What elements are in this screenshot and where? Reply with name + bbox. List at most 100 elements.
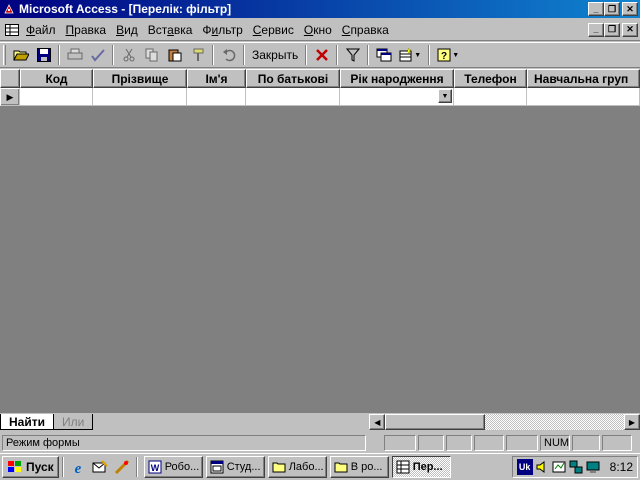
network-icon[interactable] [568,459,584,475]
column-header-birth-year[interactable]: Рік народження [340,69,454,88]
scroll-left-button[interactable]: ◀ [369,414,386,430]
criteria-name-cell[interactable] [187,88,246,106]
window-title: Microsoft Access - [Перелік: фільтр] [19,2,232,16]
task-word-document[interactable]: W Робо... [143,456,203,478]
menu-edit[interactable]: Правка [61,23,112,37]
access-key-icon[interactable] [2,2,16,16]
folder-icon [334,462,348,473]
spelling-icon[interactable] [86,44,109,66]
paste-icon[interactable] [163,44,186,66]
status-panel [474,435,504,451]
open-folder-icon[interactable] [9,44,32,66]
chevron-down-icon: ▼ [441,92,449,100]
datasheet-doc-icon[interactable] [3,22,21,38]
menu-window-accel: О [303,22,314,37]
task-scheduler-icon[interactable] [551,459,567,475]
current-row-arrow-icon: ▶ [6,91,14,102]
menu-service[interactable]: Сервис [248,23,299,37]
new-object-dropdown[interactable]: ▼ [395,44,425,66]
task-filter-window[interactable]: Пер... [391,456,451,478]
format-painter-icon[interactable] [186,44,209,66]
column-header-patronymic[interactable]: По батькові [246,69,340,88]
word-doc-icon: W [148,460,162,474]
datasheet-icon [396,460,410,474]
task-students-window[interactable]: Студ... [205,456,265,478]
restore-button[interactable]: ❐ [604,2,620,16]
grid-header-row: Код Прізвище Ім'я По батькові Рік народж… [0,69,640,88]
outlook-express-icon[interactable] [89,456,111,478]
scroll-track[interactable] [385,414,624,430]
print-icon[interactable] [63,44,86,66]
help-icon: ? [437,48,451,62]
column-header-study-group[interactable]: Навчальна груп [527,69,640,88]
menu-insert-accel: а [167,22,174,37]
display-settings-icon[interactable] [585,459,601,475]
column-header-phone[interactable]: Телефон [454,69,527,88]
internet-explorer-icon[interactable]: e [67,456,89,478]
menu-filter[interactable]: Фильтр [197,23,247,37]
row-selector[interactable]: ▶ [0,88,20,106]
criteria-surname-cell[interactable] [93,88,187,106]
copy-icon[interactable] [140,44,163,66]
criteria-study-group-cell[interactable] [527,88,640,106]
menu-view[interactable]: Вид [111,23,143,37]
filter-toolbar: Закрыть ▼ ? ▼ [0,42,640,68]
menu-edit-label: равка [74,22,107,37]
column-header-name[interactable]: Ім'я [187,69,246,88]
filter-tabs-bar: Найти Или ◀ ▶ [0,413,640,431]
column-header-surname[interactable]: Прізвище [93,69,187,88]
menu-help[interactable]: Справка [337,23,394,37]
horizontal-scrollbar[interactable]: ◀ ▶ [369,414,640,430]
menu-file[interactable]: Файл [21,23,61,37]
dropdown-arrow-icon: ▼ [452,51,460,59]
menu-edit-accel: П [65,22,75,37]
svg-text:?: ? [441,51,447,62]
doc-restore-button[interactable]: ❐ [604,22,620,37]
close-filter-button[interactable]: Закрыть [248,44,302,66]
column-header-code[interactable]: Код [20,69,93,88]
database-window-icon[interactable] [372,44,395,66]
criteria-patronymic-cell[interactable] [246,88,340,106]
doc-minimize-button[interactable]: _ [588,22,604,37]
status-bar: Режим формы NUM [0,433,640,453]
undo-icon[interactable] [217,44,240,66]
menu-bar: Файл Правка Вид Вставка Фильтр Сервис Ок… [0,19,640,41]
scroll-thumb[interactable] [385,414,486,430]
status-panel [506,435,538,451]
menu-file-accel: Ф [26,22,36,37]
tab-find[interactable]: Найти [0,414,54,430]
toolbar-separator [336,45,339,65]
doc-close-button[interactable]: ✕ [622,22,638,37]
channels-icon[interactable] [111,456,133,478]
tab-or[interactable]: Или [53,414,94,430]
dropdown-arrow-icon: ▼ [414,51,422,59]
criteria-birth-year-cell[interactable]: ▼ [340,88,454,106]
criteria-code-cell[interactable] [20,88,93,106]
save-icon[interactable] [32,44,55,66]
start-button[interactable]: Пуск [2,456,59,478]
task-label: Лабо... [288,461,324,473]
help-dropdown[interactable]: ? ▼ [433,44,463,66]
menu-view-label: ид [124,22,138,37]
cut-icon[interactable] [117,44,140,66]
clock[interactable]: 8:12 [610,460,633,474]
scroll-right-button[interactable]: ▶ [624,414,640,430]
status-panel [446,435,472,451]
apply-filter-icon[interactable] [341,44,364,66]
volume-icon[interactable] [534,459,550,475]
combo-dropdown-button[interactable]: ▼ [438,89,452,103]
language-indicator[interactable]: Uk [516,459,533,475]
close-button[interactable]: ✕ [622,2,638,16]
grid-corner[interactable] [0,69,20,88]
minimize-button[interactable]: _ [588,2,604,16]
criteria-phone-cell[interactable] [454,88,527,106]
menu-insert[interactable]: Вставка [143,23,198,37]
task-lab-folder[interactable]: Лабо... [267,456,327,478]
task-work-folder[interactable]: В ро... [329,456,389,478]
toolbar-separator [58,45,60,65]
menu-window[interactable]: Окно [299,23,337,37]
clear-grid-icon[interactable] [310,44,333,66]
menu-filter-label: льтр [218,22,243,37]
toolbar-grip[interactable] [3,45,6,65]
toolbar-separator [243,45,245,65]
